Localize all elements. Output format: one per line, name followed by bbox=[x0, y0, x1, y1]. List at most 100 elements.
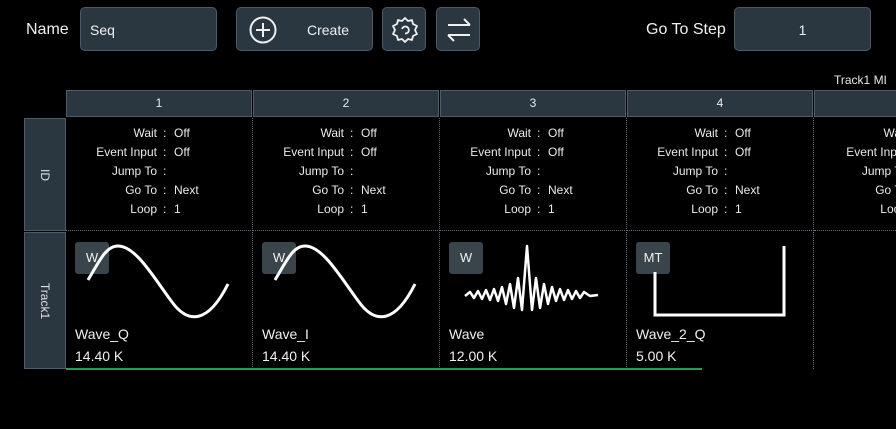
info-value-goto: Next bbox=[735, 183, 760, 197]
info-label-event: Event Input bbox=[96, 145, 157, 159]
step-info-cell-partial[interactable]: Wait Event Input Jump To Go To Loop bbox=[814, 118, 896, 231]
step-header-5[interactable] bbox=[814, 90, 896, 117]
info-value-event: Off bbox=[361, 145, 377, 159]
plus-circle-icon bbox=[249, 16, 277, 44]
step-info-cell[interactable]: Wait: Off Event Input: Off Jump To: Go To: Nex… bbox=[253, 118, 440, 231]
name-input-value: Seq bbox=[90, 22, 115, 38]
info-separator: : bbox=[163, 183, 167, 197]
swap-arrows-icon bbox=[447, 18, 471, 42]
info-label-wait: Wait bbox=[320, 126, 344, 140]
create-button[interactable]: Create bbox=[236, 7, 373, 51]
waveform-name: Wave_I bbox=[262, 326, 309, 342]
swap-button[interactable] bbox=[436, 7, 480, 51]
info-label-wait: Wait bbox=[507, 126, 531, 140]
waveform-name: Wave_2_Q bbox=[636, 326, 706, 342]
info-value-loop: 1 bbox=[548, 202, 555, 216]
step-header-4[interactable]: 4 bbox=[627, 90, 813, 117]
info-label-loop: Loop bbox=[691, 202, 718, 216]
info-separator: : bbox=[724, 164, 728, 178]
row-header-track1: Track1 bbox=[24, 232, 66, 369]
pulse-wave-icon bbox=[653, 246, 786, 317]
info-label-loop: Loop bbox=[130, 202, 157, 216]
info-label-jump: Jump To bbox=[672, 164, 718, 178]
info-value-wait: Off bbox=[548, 126, 564, 140]
waveform-size: 14.40 K bbox=[75, 348, 124, 364]
info-value-wait: Off bbox=[174, 126, 190, 140]
info-label-goto: Go To bbox=[686, 183, 718, 197]
info-label-goto: Go To bbox=[125, 183, 157, 197]
info-value-event: Off bbox=[548, 145, 564, 159]
info-separator: : bbox=[724, 183, 728, 197]
info-label-loop: Loop bbox=[317, 202, 344, 216]
info-label-wait: Wait bbox=[694, 126, 718, 140]
info-label-goto: Go To bbox=[875, 183, 896, 197]
waveform-cell[interactable]: MT Wave_2_Q 5.00 K bbox=[627, 232, 814, 369]
create-button-label: Create bbox=[307, 22, 350, 38]
info-value-goto: Next bbox=[548, 183, 573, 197]
info-label-jump: Jump To bbox=[485, 164, 531, 178]
info-value-wait: Off bbox=[361, 126, 377, 140]
goto-step-label: Go To Step bbox=[646, 21, 726, 38]
info-separator: : bbox=[163, 126, 167, 140]
step-info-cell[interactable]: Wait: Off Event Input: Off Jump To: Go To: Nex… bbox=[627, 118, 814, 231]
waveform-size: 5.00 K bbox=[636, 348, 677, 364]
info-separator: : bbox=[163, 202, 167, 216]
waveform-cell[interactable]: W Wave 12.00 K bbox=[440, 232, 627, 369]
info-label-loop: Loop bbox=[504, 202, 531, 216]
info-label-event: Event Input bbox=[283, 145, 344, 159]
waveform-size: 12.00 K bbox=[449, 348, 498, 364]
step-header-3[interactable]: 3 bbox=[440, 90, 626, 117]
sinc-wave-icon bbox=[464, 244, 599, 312]
info-value-event: Off bbox=[735, 145, 751, 159]
row-header-id: ID bbox=[24, 118, 66, 231]
info-separator: : bbox=[537, 126, 541, 140]
info-separator: : bbox=[350, 183, 354, 197]
info-separator: : bbox=[350, 202, 354, 216]
waveform-cell[interactable]: W Wave_Q 14.40 K bbox=[66, 232, 253, 369]
step-header-2[interactable]: 2 bbox=[253, 90, 439, 117]
info-label-wait: Wait bbox=[883, 126, 896, 140]
name-input[interactable]: Seq bbox=[80, 7, 217, 51]
info-separator: : bbox=[163, 164, 167, 178]
sine-wave-icon bbox=[86, 244, 230, 319]
info-label-goto: Go To bbox=[499, 183, 531, 197]
waveform-name: Wave_Q bbox=[75, 326, 129, 342]
step-info-cell[interactable]: Wait: Off Event Input: Off Jump To: Go To: Nex… bbox=[66, 118, 253, 231]
settings-button[interactable] bbox=[382, 7, 426, 51]
info-separator: : bbox=[537, 202, 541, 216]
info-label-jump: Jump To bbox=[111, 164, 157, 178]
info-label-event: Event Input bbox=[470, 145, 531, 159]
waveform-cell[interactable]: W Wave_I 14.40 K bbox=[253, 232, 440, 369]
name-label: Name bbox=[26, 21, 69, 38]
info-separator: : bbox=[724, 202, 728, 216]
info-separator: : bbox=[537, 183, 541, 197]
info-label-wait: Wait bbox=[133, 126, 157, 140]
waveform-size: 14.40 K bbox=[262, 348, 311, 364]
row-header-track1-label: Track1 bbox=[38, 282, 52, 319]
selection-progress-bar bbox=[66, 368, 702, 370]
info-label-goto: Go To bbox=[312, 183, 344, 197]
step-info-cell[interactable]: Wait: Off Event Input: Off Jump To: Go To: Nex… bbox=[440, 118, 627, 231]
info-label-jump: Jump To bbox=[298, 164, 344, 178]
row-header-id-label: ID bbox=[38, 168, 52, 181]
info-separator: : bbox=[537, 145, 541, 159]
info-label-event: Event Input bbox=[846, 145, 896, 159]
info-separator: : bbox=[724, 145, 728, 159]
info-separator: : bbox=[350, 126, 354, 140]
info-label-event: Event Input bbox=[657, 145, 718, 159]
info-label-jump: Jump To bbox=[861, 164, 896, 178]
step-header-1[interactable]: 1 bbox=[66, 90, 252, 117]
info-value-goto: Next bbox=[361, 183, 386, 197]
info-separator: : bbox=[163, 145, 167, 159]
info-label-loop: Loop bbox=[880, 202, 896, 216]
info-value-event: Off bbox=[174, 145, 190, 159]
track-legend: Track1 MI bbox=[834, 73, 887, 87]
info-value-wait: Off bbox=[735, 126, 751, 140]
sine-wave-icon bbox=[273, 244, 417, 319]
info-separator: : bbox=[537, 164, 541, 178]
goto-step-input[interactable]: 1 bbox=[734, 7, 871, 51]
info-value-loop: 1 bbox=[174, 202, 181, 216]
info-separator: : bbox=[724, 126, 728, 140]
info-separator: : bbox=[350, 164, 354, 178]
info-value-goto: Next bbox=[174, 183, 199, 197]
